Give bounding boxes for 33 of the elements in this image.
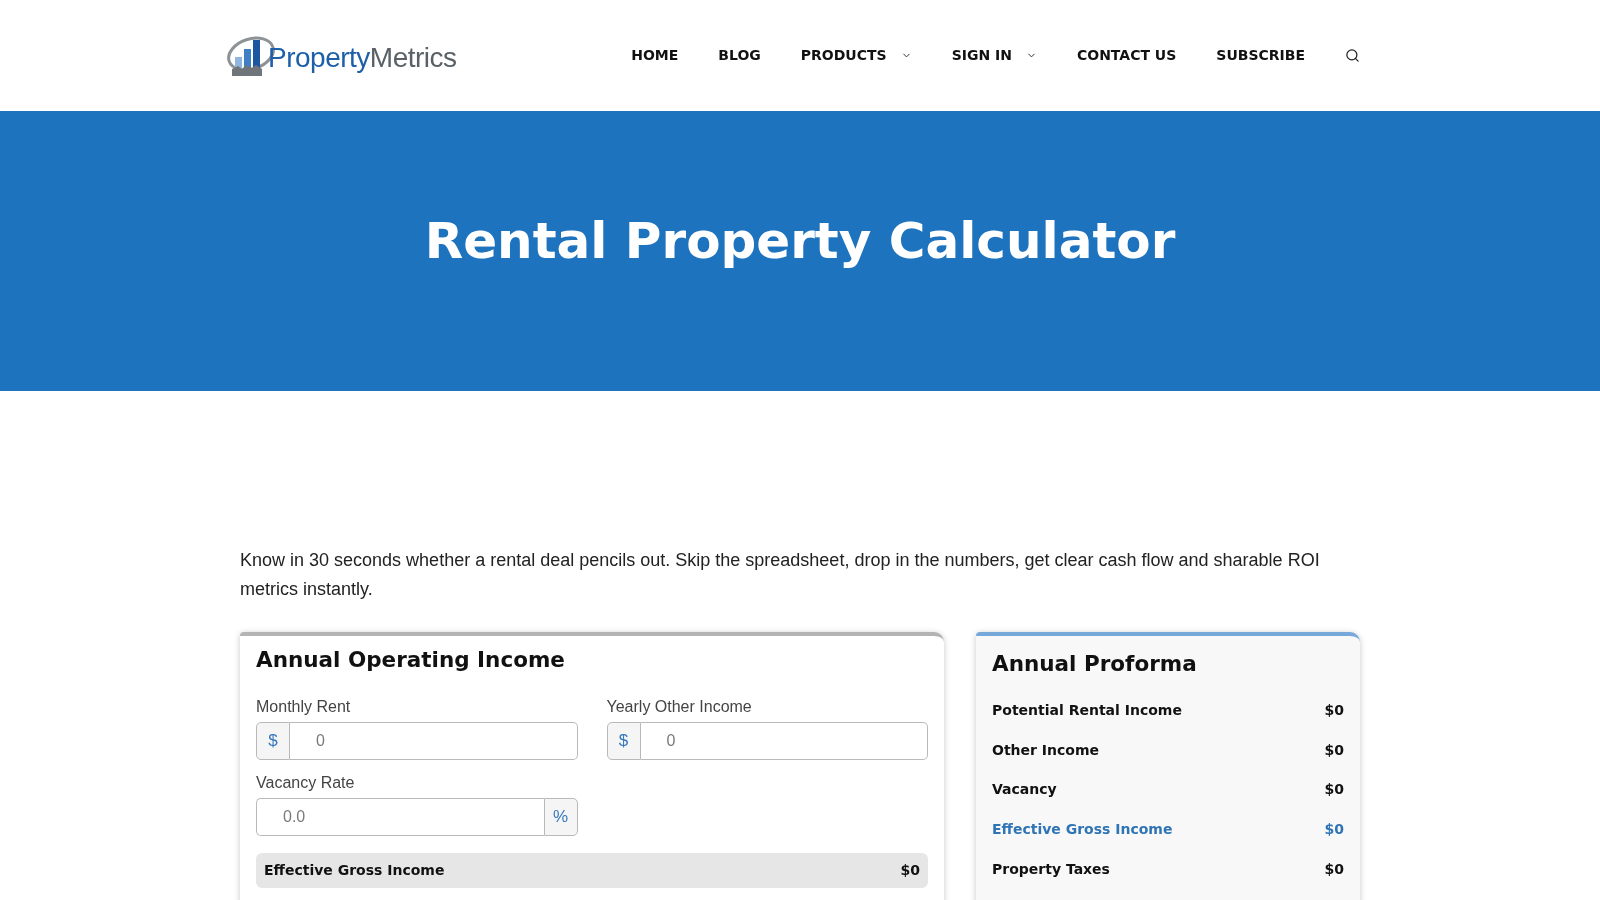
suffix-addon: %	[543, 797, 578, 836]
row-value: $0	[1324, 740, 1344, 760]
field-label: Monthly Rent	[256, 696, 352, 716]
row-label: Property Taxes	[992, 859, 1110, 879]
nav-link[interactable]: BLOG	[718, 45, 761, 66]
nav-menu[interactable]: SIGN IN	[951, 45, 1037, 66]
nav-link[interactable]: CONTACT US	[1076, 45, 1177, 66]
prefix-addon: $	[606, 721, 641, 760]
card-title: Annual Operating Income	[256, 646, 566, 673]
field-label: Yearly Other Income	[606, 696, 753, 716]
field-label: Vacancy Rate	[256, 772, 356, 792]
search-icon[interactable]	[1345, 48, 1360, 63]
total-value: $0	[900, 860, 920, 880]
input-field[interactable]: 0	[290, 721, 578, 760]
nav-link[interactable]: HOME	[631, 45, 679, 66]
input-field[interactable]: 0	[640, 721, 928, 760]
row-label: Vacancy	[992, 780, 1057, 800]
nav-link[interactable]: SUBSCRIBE	[1216, 45, 1305, 66]
row-value: $0	[1324, 820, 1344, 840]
row-value: $0	[1324, 780, 1344, 800]
input-field[interactable]: 0.0	[256, 797, 544, 836]
page-title: Rental Property Calculator	[424, 211, 1176, 271]
row-value: $0	[1324, 859, 1344, 879]
total-label: Effective Gross Income	[264, 860, 445, 880]
card-title: Annual Proforma	[992, 650, 1198, 677]
prefix-addon: $	[256, 721, 290, 760]
intro-paragraph: Know in 30 seconds whether a rental deal pencils out. Skip the spreadsheet, drop in the numbers, get clear cash flow and sharable ROI metrics instantly.	[240, 549, 1321, 601]
row-label: Potential Rental Income	[992, 700, 1182, 720]
row-value: $0	[1324, 700, 1344, 720]
row-label: Other Income	[992, 740, 1099, 760]
logo-text[interactable]: PropertyMetrics	[268, 43, 457, 72]
row-label: Effective Gross Income	[992, 820, 1173, 840]
nav-menu[interactable]: PRODUCTS	[800, 45, 912, 66]
